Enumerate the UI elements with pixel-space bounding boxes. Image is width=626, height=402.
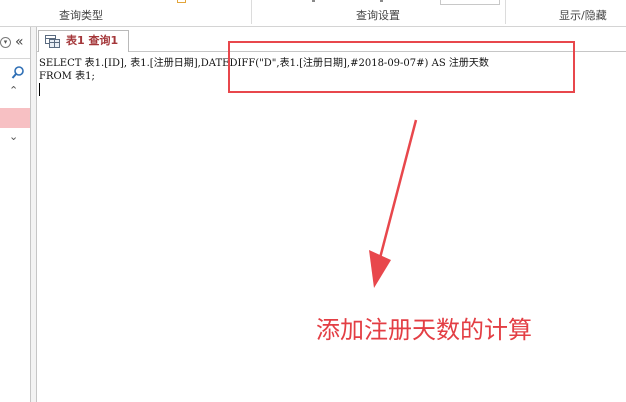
ribbon-control-fragment — [312, 0, 315, 2]
sql-line-from[interactable]: FROM 表1; — [39, 70, 95, 83]
tab-label: 表1 查询1 — [66, 34, 119, 47]
query-type-icon[interactable] — [177, 0, 186, 3]
text-caret — [39, 83, 40, 96]
access-window: 查询类型 查询设置 显示/隐藏 ▾ « ⌃ ⌄ 表1 查询1 SELECT 表1… — [0, 0, 626, 402]
search-icon[interactable] — [11, 65, 25, 81]
annotation-caption: 添加注册天数的计算 — [316, 316, 532, 344]
sql-editor[interactable]: SELECT 表1.[ID], 表1.[注册日期],DATEDIFF("D",表… — [37, 52, 626, 402]
return-rows-field[interactable] — [440, 0, 500, 5]
chevron-down-icon[interactable]: ⌄ — [9, 131, 18, 143]
annotation-arrow — [369, 119, 418, 288]
nav-collapse-button[interactable]: « — [15, 34, 24, 50]
group-label-query-type: 查询类型 — [59, 9, 103, 22]
navigation-pane: ▾ « ⌃ ⌄ — [0, 27, 31, 402]
chevron-up-icon[interactable]: ⌃ — [9, 85, 18, 97]
query-icon — [45, 35, 60, 48]
nav-divider — [0, 58, 30, 59]
tab-query1[interactable]: 表1 查询1 — [38, 30, 129, 52]
ribbon-group-labels: 查询类型 查询设置 显示/隐藏 — [0, 0, 626, 27]
highlight-box — [228, 41, 575, 93]
nav-menu-dropdown-icon[interactable]: ▾ — [0, 37, 11, 48]
group-label-query-setup: 查询设置 — [356, 9, 400, 22]
ribbon-divider — [251, 0, 252, 24]
group-label-show-hide: 显示/隐藏 — [559, 9, 607, 22]
ribbon-control-fragment — [380, 0, 383, 2]
ribbon-divider — [505, 0, 506, 24]
nav-selected-object[interactable] — [0, 108, 30, 128]
